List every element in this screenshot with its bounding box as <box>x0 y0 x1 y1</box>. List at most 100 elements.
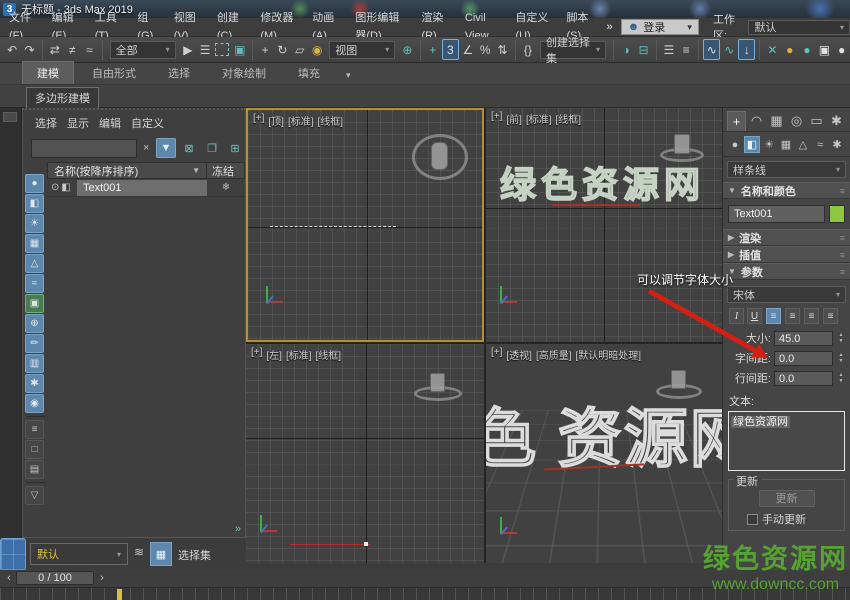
view-blank-icon[interactable]: □ <box>25 440 44 459</box>
rollout-rendering[interactable]: ▶ 渲染 ≡ <box>723 229 850 246</box>
row-freeze-icon[interactable]: ❄ <box>207 182 245 193</box>
viewport-menu-standard[interactable]: [标准] <box>526 111 552 126</box>
size-spinner[interactable]: ▲▼ <box>836 333 846 344</box>
select-and-link-icon[interactable]: ⇄ <box>47 39 63 60</box>
italic-button[interactable]: I <box>729 308 744 324</box>
viewcube[interactable] <box>660 148 704 162</box>
viewport-menu-shading[interactable]: [线框] <box>318 113 344 128</box>
redo-icon[interactable]: ↷ <box>21 39 37 60</box>
reference-coordinate-dropdown[interactable]: 视图▾ <box>329 41 395 59</box>
column-name[interactable]: 名称(按降序排序) <box>48 163 192 179</box>
use-pivot-point-icon[interactable]: ⊕ <box>399 39 415 60</box>
category-systems-icon[interactable]: ✱ <box>829 136 845 153</box>
ribbon-tab-selection[interactable]: 选择 <box>154 62 204 84</box>
text-spline-front-view[interactable]: 绿色资源网 <box>500 156 705 208</box>
render-production-icon[interactable]: ● <box>834 39 850 60</box>
eye-icon[interactable]: ⊙ <box>51 182 59 193</box>
manual-update-checkbox[interactable] <box>747 514 758 525</box>
slate-material-editor-icon[interactable]: ↓ <box>738 39 755 60</box>
viewport-menu-general[interactable]: [+] <box>253 113 264 128</box>
align-icon[interactable]: ⊟ <box>635 39 651 60</box>
tab-display[interactable]: ▭ <box>807 111 826 131</box>
select-and-scale-icon[interactable]: ▱ <box>292 39 308 60</box>
sort-caret-icon[interactable]: ▼ <box>192 166 206 175</box>
explorer-menu-customize[interactable]: 自定义 <box>131 115 164 131</box>
select-and-manipulate-icon[interactable]: + <box>425 39 441 60</box>
curve-editor-icon[interactable]: ∿ <box>703 39 720 60</box>
explorer-menu-edit[interactable]: 编辑 <box>99 115 121 131</box>
view-list-icon[interactable]: ≡ <box>25 420 44 439</box>
ribbon-tab-object-paint[interactable]: 对象绘制 <box>208 62 280 84</box>
selection-filter-dropdown[interactable]: 全部▾ <box>110 41 176 59</box>
align-left-button[interactable]: ≡ <box>766 308 781 324</box>
rollout-menu-icon[interactable]: ≡ <box>840 186 845 196</box>
explorer-menu-select[interactable]: 选择 <box>35 115 57 131</box>
object-name-input[interactable]: Text001 <box>728 205 825 223</box>
rendered-frame-window-icon[interactable]: ▣ <box>816 39 832 60</box>
display-visibility-icon[interactable]: ◉ <box>25 394 44 413</box>
display-containers-icon[interactable]: ▥ <box>25 354 44 373</box>
render-setup-icon[interactable]: ● <box>799 39 815 60</box>
viewport-menu-pov[interactable]: [透视] <box>506 347 532 362</box>
explorer-search-input[interactable] <box>31 139 137 158</box>
viewport-menu-pov[interactable]: [前] <box>506 111 522 126</box>
rollout-interpolation[interactable]: ▶ 插值 ≡ <box>723 246 850 263</box>
kerning-spinner[interactable]: ▲▼ <box>836 353 846 364</box>
viewport-menu-general[interactable]: [+] <box>491 347 502 362</box>
frame-counter[interactable]: 0 / 100 <box>16 571 94 585</box>
category-helpers-icon[interactable]: △ <box>795 136 811 153</box>
schematic-view-icon[interactable]: ∿ <box>721 39 737 60</box>
edit-named-selection-icon[interactable]: {} <box>520 39 536 60</box>
select-and-rotate-icon[interactable]: ↻ <box>274 39 290 60</box>
display-spacewarps-icon[interactable]: ≈ <box>25 274 44 293</box>
layer-manager-icon[interactable]: ☰ <box>661 39 677 60</box>
polygon-modeling-panel[interactable]: 多边形建模 <box>26 87 99 109</box>
snaps-toggle-icon[interactable]: 3 <box>442 39 459 60</box>
next-frame-button[interactable]: › <box>96 571 108 585</box>
row-object-name[interactable]: Text001 <box>77 180 207 196</box>
category-lights-icon[interactable]: ☀ <box>761 136 777 153</box>
align-justify-button[interactable]: ≡ <box>823 308 838 324</box>
tab-utilities[interactable]: ✱ <box>827 111 846 131</box>
viewport-menu-quality[interactable]: [高质量] <box>536 347 572 362</box>
named-selection-dropdown[interactable]: 默认 ▾ <box>30 543 128 565</box>
viewcube[interactable] <box>656 384 702 399</box>
rectangular-selection-region-icon[interactable] <box>214 39 230 60</box>
unlink-selection-icon[interactable]: ≠ <box>64 39 80 60</box>
viewport-menu-shading[interactable]: [线框] <box>556 111 582 126</box>
isolate-selection-icon[interactable]: ≋ <box>134 545 144 559</box>
align-right-button[interactable]: ≡ <box>804 308 819 324</box>
ribbon-tab-populate[interactable]: 填充 <box>284 62 334 84</box>
bind-to-space-warp-icon[interactable]: ≈ <box>81 39 97 60</box>
category-shapes-icon[interactable]: ◧ <box>744 136 760 153</box>
display-cameras-icon[interactable]: ▦ <box>25 234 44 253</box>
selection-set-button[interactable]: ▦ <box>150 542 172 566</box>
spinner-snap-icon[interactable]: ⇅ <box>494 39 510 60</box>
rollout-name-and-color[interactable]: ▼ 名称和颜色 ≡ <box>723 182 850 199</box>
view-detail-icon[interactable]: ▤ <box>25 460 44 479</box>
display-helpers-icon[interactable]: △ <box>25 254 44 273</box>
login-button[interactable]: ☻ 登录 ▾ <box>621 19 699 35</box>
named-selection-set-dropdown[interactable]: 创建选择集▾ <box>540 41 606 59</box>
rollout-parameters[interactable]: ▼ 参数 ≡ <box>723 263 850 280</box>
material-editor-icon[interactable]: ● <box>782 39 798 60</box>
text-content-textarea[interactable]: 绿色资源网 <box>728 411 845 471</box>
viewport-menu-general[interactable]: [+] <box>251 347 262 362</box>
viewport-left[interactable]: [+] [左] [标准] [线框] <box>246 344 484 563</box>
object-category-dropdown[interactable]: 样条线 ▾ <box>727 161 846 178</box>
display-xrefs-icon[interactable]: ⊕ <box>25 314 44 333</box>
mirror-icon[interactable]: ◑ <box>618 39 634 60</box>
viewport-perspective[interactable]: [+] [透视] [高质量] [默认明暗处理] 色 资源网 <box>486 344 722 563</box>
rollout-menu-icon[interactable]: ≡ <box>840 267 845 277</box>
percent-snap-icon[interactable]: % <box>477 39 493 60</box>
search-clear-icon[interactable]: × <box>141 142 153 154</box>
align-center-button[interactable]: ≡ <box>785 308 800 324</box>
zoom-region-icon[interactable]: ✕ <box>764 39 780 60</box>
display-lights-icon[interactable]: ☀ <box>25 214 44 233</box>
viewport-menu-pov[interactable]: [顶] <box>268 113 284 128</box>
angle-snap-icon[interactable]: ∠ <box>460 39 476 60</box>
viewcube[interactable] <box>412 134 468 180</box>
tab-create[interactable]: + <box>727 111 746 131</box>
tab-hierarchy[interactable]: ▦ <box>767 111 786 131</box>
layer-explorer-icon[interactable]: ≡ <box>678 39 694 60</box>
